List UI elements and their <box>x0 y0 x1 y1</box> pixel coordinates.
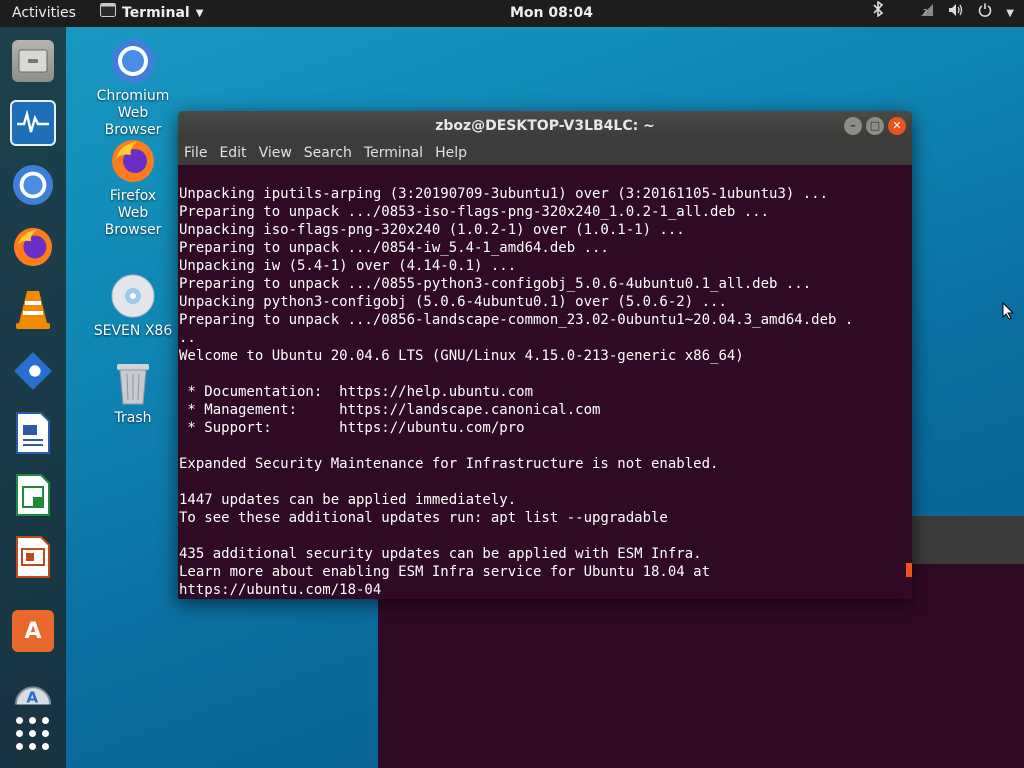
menu-help[interactable]: Help <box>435 145 467 161</box>
terminal-line: Welcome to Ubuntu 20.04.6 LTS (GNU/Linux… <box>179 348 744 364</box>
chromium-icon <box>110 38 156 84</box>
menu-file[interactable]: File <box>184 145 207 161</box>
remmina-icon <box>12 350 54 392</box>
terminal-line: Preparing to unpack .../0853-iso-flags-p… <box>179 204 770 220</box>
activities-button[interactable]: Activities <box>12 0 76 27</box>
desktop-icon-label: Trash <box>114 410 152 426</box>
files-icon <box>12 40 54 82</box>
minimize-icon: – <box>850 119 856 132</box>
trash-icon <box>110 360 156 406</box>
dock-remmina[interactable] <box>9 347 57 395</box>
terminal-line: Unpacking iso-flags-png-320x240 (1.0.2-1… <box>179 222 685 238</box>
app-menu[interactable]: Terminal ▼ <box>100 0 203 27</box>
network-icon[interactable]: ? <box>920 0 934 27</box>
system-tray[interactable]: ? ▼ <box>872 0 1014 27</box>
terminal-line: ​ <box>179 473 911 491</box>
terminal-line: Unpacking python3-configobj (5.0.6-4ubun… <box>179 294 727 310</box>
terminal-output[interactable]: Unpacking iputils-arping (3:20190709-3ub… <box>178 165 912 599</box>
terminal-line: * Documentation: https://help.ubuntu.com <box>179 384 534 400</box>
bluetooth-icon[interactable] <box>872 0 884 27</box>
libreoffice-calc-icon <box>12 474 54 516</box>
svg-text:A: A <box>26 689 38 707</box>
close-button[interactable]: ✕ <box>888 117 906 135</box>
terminal-line: * Support: https://ubuntu.com/pro <box>179 420 525 436</box>
volume-icon[interactable] <box>948 0 964 27</box>
terminal-line: Learn more about enabling ESM Infra serv… <box>179 564 711 580</box>
terminal-window[interactable]: zboz@DESKTOP-V3LB4LC: ~ – □ ✕ File Edit … <box>178 111 912 599</box>
vlc-icon <box>12 288 54 330</box>
terminal-line: Unpacking iputils-arping (3:20190709-3ub… <box>179 186 829 202</box>
terminal-titlebar[interactable]: zboz@DESKTOP-V3LB4LC: ~ – □ ✕ <box>178 111 912 141</box>
desktop-icon-label: Firefox Web Browser <box>104 188 162 238</box>
maximize-button[interactable]: □ <box>866 117 884 135</box>
dock-software-updater[interactable]: A <box>9 669 57 717</box>
power-icon[interactable] <box>978 0 992 27</box>
desktop-seven-x86[interactable]: SEVEN X86 <box>88 273 178 340</box>
dock-files[interactable] <box>9 37 57 85</box>
dock-software-center[interactable]: A <box>9 607 57 655</box>
dock-libreoffice-impress[interactable] <box>9 533 57 581</box>
terminal-line: .. <box>179 330 196 346</box>
terminal-line: * Management: https://landscape.canonica… <box>179 402 601 418</box>
desktop-firefox[interactable]: Firefox Web Browser <box>88 138 178 239</box>
terminal-app-icon <box>100 0 116 27</box>
dock-libreoffice-writer[interactable] <box>9 409 57 457</box>
terminal-line: https://ubuntu.com/18-04 <box>179 582 382 598</box>
chromium-icon <box>12 164 54 206</box>
terminal-line: Unpacking iw (5.4-1) over (4.14-0.1) ... <box>179 258 517 274</box>
chevron-down-icon: ▼ <box>195 8 204 19</box>
terminal-line: To see these additional updates run: apt… <box>179 510 668 526</box>
minimize-button[interactable]: – <box>844 117 862 135</box>
desktop-icon-label: Chromium Web Browser <box>96 88 170 138</box>
menu-edit[interactable]: Edit <box>219 145 246 161</box>
top-bar: Activities Terminal ▼ Mon 08:04 ? ▼ <box>0 0 1024 27</box>
terminal-line: Preparing to unpack .../0856-landscape-c… <box>179 312 854 328</box>
mouse-pointer-icon <box>1002 301 1015 325</box>
terminal-cursor <box>906 563 912 577</box>
firefox-icon <box>110 138 156 184</box>
software-center-icon: A <box>12 610 54 652</box>
system-monitor-icon <box>10 100 56 146</box>
desktop-chromium[interactable]: Chromium Web Browser <box>88 38 178 139</box>
dock-vlc[interactable] <box>9 285 57 333</box>
terminal-line: Expanded Security Maintenance for Infras… <box>179 456 719 472</box>
dock-system-monitor[interactable] <box>9 99 57 147</box>
terminal-line: Preparing to unpack .../0854-iw_5.4-1_am… <box>179 240 609 256</box>
desktop-trash[interactable]: Trash <box>88 360 178 427</box>
dock-libreoffice-calc[interactable] <box>9 471 57 519</box>
svg-text:?: ? <box>923 8 927 17</box>
desktop-icon-label: SEVEN X86 <box>93 323 173 339</box>
terminal-line: ​ <box>179 527 911 545</box>
maximize-icon: □ <box>869 119 881 132</box>
show-applications-icon[interactable] <box>16 717 50 751</box>
terminal-line: Preparing to unpack .../0855-python3-con… <box>179 276 812 292</box>
terminal-menubar: File Edit View Search Terminal Help <box>178 141 912 165</box>
firefox-icon <box>12 226 54 268</box>
dock: A A <box>0 27 66 768</box>
menu-search[interactable]: Search <box>304 145 352 161</box>
terminal-line: ​ <box>179 437 911 455</box>
disc-icon <box>110 273 156 319</box>
libreoffice-writer-icon <box>12 412 54 454</box>
menu-view[interactable]: View <box>259 145 292 161</box>
app-menu-label: Terminal <box>122 5 190 21</box>
menu-terminal[interactable]: Terminal <box>364 145 423 161</box>
dock-firefox[interactable] <box>9 223 57 271</box>
window-title: zboz@DESKTOP-V3LB4LC: ~ <box>435 118 655 134</box>
software-updater-icon: A <box>12 672 54 714</box>
terminal-line: 1447 updates can be applied immediately. <box>179 492 517 508</box>
clock[interactable]: Mon 08:04 <box>510 0 593 27</box>
close-icon: ✕ <box>892 119 902 132</box>
chevron-down-icon[interactable]: ▼ <box>1006 0 1014 27</box>
terminal-line: ​ <box>179 365 911 383</box>
dock-chromium[interactable] <box>9 161 57 209</box>
terminal-line: 435 additional security updates can be a… <box>179 546 702 562</box>
libreoffice-impress-icon <box>12 536 54 578</box>
